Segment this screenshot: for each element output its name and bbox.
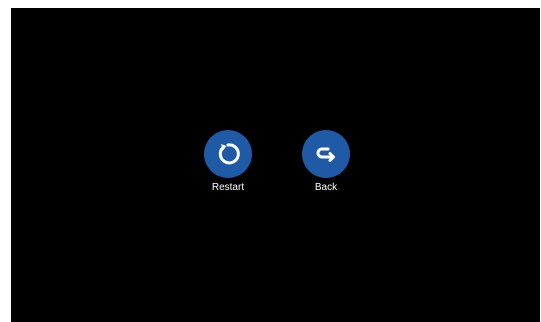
back-button[interactable]: Back: [297, 130, 355, 194]
restart-label: Restart: [211, 182, 245, 193]
game-over-screen: Restart Back: [11, 8, 540, 322]
restart-circle[interactable]: [204, 130, 252, 178]
restart-icon: [218, 143, 240, 165]
back-label: Back: [314, 182, 338, 193]
back-circle[interactable]: [302, 130, 350, 178]
restart-button[interactable]: Restart: [199, 130, 257, 194]
back-arrow-icon: [316, 147, 335, 162]
